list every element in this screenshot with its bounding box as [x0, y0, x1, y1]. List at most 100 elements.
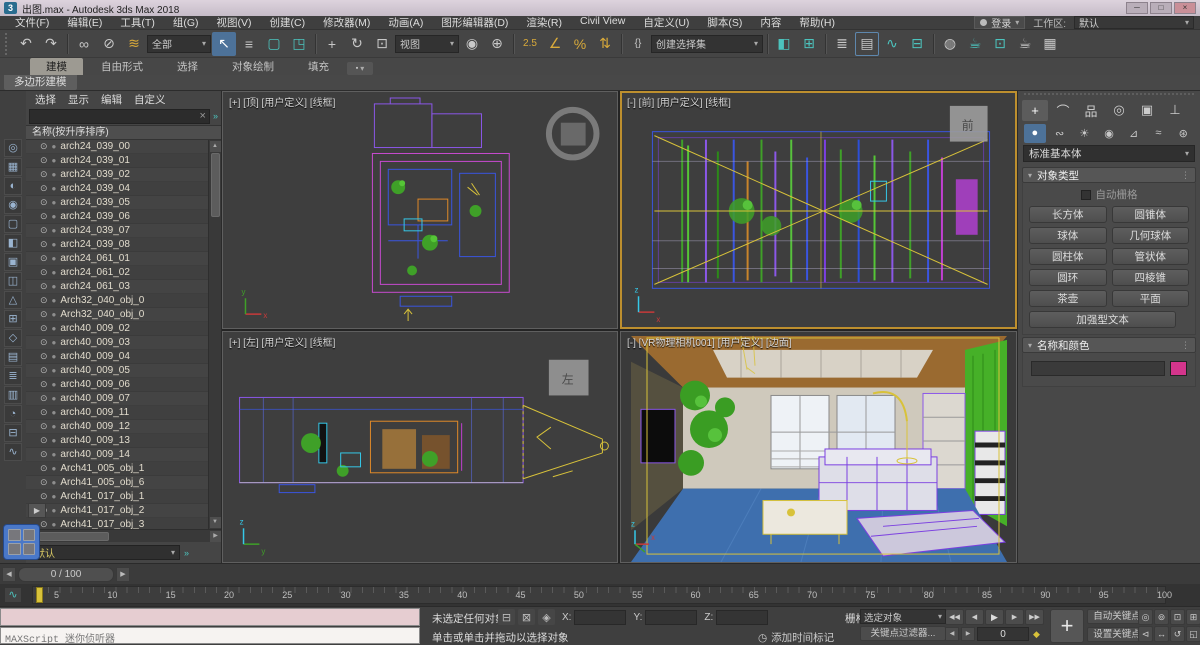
angle-snap-icon[interactable]: ∠ — [543, 32, 567, 56]
scrollbar-thumb[interactable] — [211, 153, 220, 217]
display-filter-icon[interactable]: ⊞ — [4, 310, 22, 328]
visibility-eye-icon[interactable]: ⊙ — [40, 225, 48, 236]
add-time-tag[interactable]: 添加时间标记 — [771, 630, 834, 645]
percent-snap-icon[interactable]: % — [568, 32, 592, 56]
select-scale-icon[interactable]: ⊡ — [370, 32, 394, 56]
current-frame-field[interactable]: 0 — [977, 627, 1029, 641]
ribbon-tab-object-paint[interactable]: 对象绘制 — [216, 58, 290, 75]
viewport-label[interactable]: [+] [顶] [用户定义] [线框] — [229, 94, 335, 109]
list-item[interactable]: ⊙ ● arch24_061_01 — [26, 252, 208, 266]
explorer-horizontal-scrollbar[interactable]: ◀ ▶ — [26, 529, 221, 542]
scrollbar-thumb[interactable] — [39, 532, 109, 541]
layer-manager-icon[interactable]: ≣ — [830, 32, 854, 56]
frozen-dot-icon[interactable]: ● — [52, 422, 57, 431]
ribbon-panel-polygon-modeling[interactable]: 多边形建模 — [4, 75, 77, 90]
mini-curve-editor-icon[interactable]: ∿ — [4, 587, 22, 603]
frozen-dot-icon[interactable]: ● — [52, 268, 57, 277]
list-item[interactable]: ⊙ ● arch40_009_13 — [26, 434, 208, 448]
list-item[interactable]: ⊙ ● arch24_039_01 — [26, 154, 208, 168]
rollout-name-color[interactable]: ▾ 名称和颜色 ⋮ — [1022, 337, 1196, 353]
go-to-end-icon[interactable]: ▶▶ — [1025, 609, 1044, 625]
list-item[interactable]: ⊙ ● arch24_039_00 — [26, 140, 208, 154]
menu-item[interactable]: 渲染(R) — [517, 15, 571, 30]
menu-item[interactable]: 组(G) — [164, 15, 208, 30]
window-crossing-icon[interactable]: ◳ — [287, 32, 311, 56]
primitive-button[interactable]: 四棱锥 — [1112, 269, 1190, 286]
render-setup-icon[interactable]: ☕ — [963, 32, 987, 56]
expand-chevrons-icon[interactable]: » — [184, 548, 189, 558]
material-editor-icon[interactable]: ◍ — [938, 32, 962, 56]
visibility-eye-icon[interactable]: ⊙ — [40, 211, 48, 222]
viewport-canvas-camera[interactable]: z x — [621, 332, 1016, 562]
app-icon[interactable]: 3 — [4, 2, 17, 14]
display-filter-icon[interactable]: ▤ — [4, 348, 22, 366]
visibility-eye-icon[interactable]: ⊙ — [40, 407, 48, 418]
frozen-dot-icon[interactable]: ● — [52, 254, 57, 263]
spinner-snap-icon[interactable]: ⇅ — [593, 32, 617, 56]
frozen-dot-icon[interactable]: ● — [52, 282, 57, 291]
list-item[interactable]: ⊙ ● arch40_009_06 — [26, 378, 208, 392]
zoom-icon[interactable]: ◎ — [1138, 609, 1153, 625]
list-item[interactable]: ⊙ ● arch40_009_02 — [26, 322, 208, 336]
frozen-dot-icon[interactable]: ● — [52, 198, 57, 207]
ribbon-tab-freeform[interactable]: 自由形式 — [85, 58, 159, 75]
viewport-left[interactable]: 左 z y [+] [左] [用户定义] [线框] — [222, 331, 618, 563]
list-item[interactable]: ⊙ ● arch40_009_03 — [26, 336, 208, 350]
list-item[interactable]: ⊙ ● Arch41_005_obj_6 — [26, 476, 208, 490]
display-filter-icon[interactable]: △ — [4, 291, 22, 309]
display-filter-icon[interactable]: ◉ — [4, 196, 22, 214]
visibility-eye-icon[interactable]: ⊙ — [40, 197, 48, 208]
maximize-button[interactable]: □ — [1150, 2, 1172, 14]
undo-icon[interactable]: ↶ — [14, 32, 38, 56]
z-coordinate-field[interactable] — [716, 610, 768, 625]
viewport-canvas-left[interactable]: 左 z y — [223, 332, 617, 562]
visibility-eye-icon[interactable]: ⊙ — [40, 309, 48, 320]
primitive-button[interactable]: 茶壶 — [1029, 290, 1107, 307]
frozen-dot-icon[interactable]: ● — [52, 156, 57, 165]
explorer-column-header[interactable]: 名称(按升序排序) — [26, 125, 221, 140]
menu-item[interactable]: 文件(F) — [6, 15, 58, 30]
tab-create[interactable]: + — [1022, 100, 1048, 121]
edit-named-sets-icon[interactable]: {} — [626, 32, 650, 56]
viewport-top[interactable]: y x [+] [顶] [用户定义] [线框] — [222, 91, 618, 329]
list-item[interactable]: ⊙ ● arch24_039_02 — [26, 168, 208, 182]
frozen-dot-icon[interactable]: ● — [52, 296, 57, 305]
list-item[interactable]: ⊙ ● arch24_039_05 — [26, 196, 208, 210]
menu-item[interactable]: Civil View — [571, 15, 634, 30]
menu-item[interactable]: 自定义(U) — [634, 15, 698, 30]
use-pivot-center-icon[interactable]: ◉ — [460, 32, 484, 56]
ribbon-tab-modeling[interactable]: 建模 — [30, 58, 83, 75]
frozen-dot-icon[interactable]: ● — [52, 352, 57, 361]
visibility-eye-icon[interactable]: ⊙ — [40, 421, 48, 432]
display-filter-icon[interactable]: ◇ — [4, 329, 22, 347]
list-item[interactable]: ⊙ ● Arch41_017_obj_3 — [26, 518, 208, 529]
viewport-label[interactable]: [-] [VR物理相机001] [用户定义] [边面] — [627, 334, 791, 349]
list-item[interactable]: ⊙ ● arch24_039_08 — [26, 238, 208, 252]
object-name-input[interactable] — [1031, 361, 1165, 376]
y-coordinate-field[interactable] — [645, 610, 697, 625]
explorer-menu-item[interactable]: 显示 — [63, 92, 94, 107]
visibility-eye-icon[interactable]: ⊙ — [40, 491, 48, 502]
visibility-eye-icon[interactable]: ⊙ — [40, 477, 48, 488]
absolute-mode-icon[interactable]: ◈ — [538, 609, 555, 625]
key-filter-scope-dropdown[interactable]: 选定对象 ▾ — [860, 609, 946, 624]
render-production-icon[interactable]: ☕ — [1013, 32, 1037, 56]
primitive-button[interactable]: 圆柱体 — [1029, 248, 1107, 265]
visibility-eye-icon[interactable]: ⊙ — [40, 253, 48, 264]
toolbar-grip[interactable] — [5, 33, 10, 55]
frozen-dot-icon[interactable]: ● — [52, 184, 57, 193]
display-filter-icon[interactable]: ◫ — [4, 272, 22, 290]
reference-coordinate-dropdown[interactable]: 视图▾ — [395, 35, 459, 53]
geometry-category-dropdown[interactable]: 标准基本体 ▾ — [1023, 145, 1195, 162]
list-item[interactable]: ⊙ ● arch24_061_02 — [26, 266, 208, 280]
autogrid-checkbox[interactable] — [1081, 190, 1091, 200]
minimize-button[interactable]: ─ — [1126, 2, 1148, 14]
named-selection-sets-dropdown[interactable]: 创建选择集▾ — [651, 35, 763, 53]
primitive-button[interactable]: 球体 — [1029, 227, 1107, 244]
frozen-dot-icon[interactable]: ● — [52, 450, 57, 459]
scroll-up-icon[interactable]: ▲ — [210, 141, 221, 152]
selection-filter-dropdown[interactable]: 全部▾ — [147, 35, 211, 53]
state-sets-icon[interactable]: ▦ — [1038, 32, 1062, 56]
menu-item[interactable]: 图形编辑器(D) — [432, 15, 517, 30]
frame-spinner-icon[interactable]: ▶ — [961, 627, 975, 641]
